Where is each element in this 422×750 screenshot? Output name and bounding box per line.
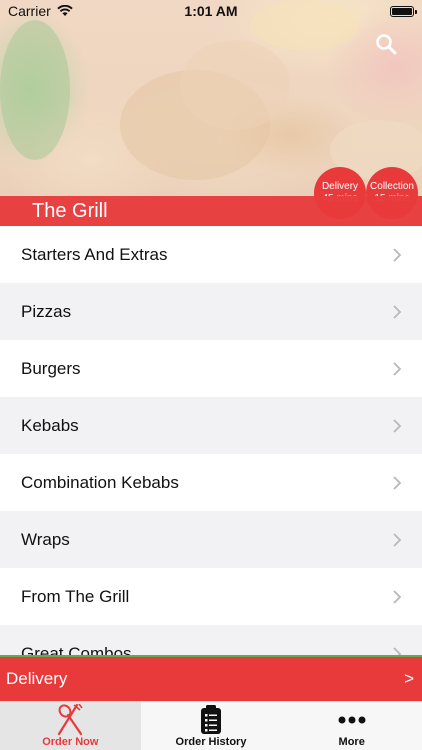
status-bar: Carrier 1:01 AM xyxy=(0,0,422,22)
tab-label: More xyxy=(338,736,365,748)
receipt-icon xyxy=(201,705,221,734)
menu-category-row[interactable]: Combination Kebabs xyxy=(0,454,422,511)
menu-category-label: Pizzas xyxy=(21,301,72,321)
order-mode-arrow: > xyxy=(404,669,414,688)
menu-category-label: Burgers xyxy=(21,358,81,378)
menu-category-label: Wraps xyxy=(21,529,70,549)
clock: 1:01 AM xyxy=(184,3,238,19)
tab-label: Order History xyxy=(175,736,247,748)
order-mode-bar[interactable]: Delivery > xyxy=(0,657,422,701)
menu-category-row[interactable]: Great Combos xyxy=(0,625,422,656)
chevron-right-icon xyxy=(393,418,402,433)
menu-category-row[interactable]: Kebabs xyxy=(0,397,422,454)
menu-category-row[interactable]: Wraps xyxy=(0,511,422,568)
menu-category-label: From The Grill xyxy=(21,586,130,606)
tab-order-now[interactable]: Order Now xyxy=(0,702,141,750)
delivery-badge-label: Delivery xyxy=(321,181,359,192)
battery-icon xyxy=(390,5,417,17)
chevron-right-icon xyxy=(393,247,402,262)
menu-category-row[interactable]: Burgers xyxy=(0,340,422,397)
menu-category-row[interactable]: Pizzas xyxy=(0,283,422,340)
menu-category-row[interactable]: Starters And Extras xyxy=(0,226,422,283)
chevron-right-icon xyxy=(393,532,402,547)
search-icon[interactable] xyxy=(374,32,398,56)
menu-category-label: Kebabs xyxy=(21,415,79,435)
food-image-blob xyxy=(0,20,70,160)
menu-category-list[interactable]: Starters And Extras Pizzas Burgers Kebab… xyxy=(0,226,422,656)
restaurant-title: The Grill xyxy=(0,196,422,226)
chevron-right-icon xyxy=(393,304,402,319)
collection-badge-label: Collection xyxy=(370,181,414,192)
food-image-blob xyxy=(180,40,290,130)
chevron-right-icon xyxy=(393,589,402,604)
chevron-right-icon xyxy=(393,475,402,490)
order-mode-label: Delivery xyxy=(6,669,68,688)
menu-category-row[interactable]: From The Grill xyxy=(0,568,422,625)
menu-category-label: Starters And Extras xyxy=(21,244,168,264)
tab-bar: Order Now Order History More xyxy=(0,701,422,750)
cutlery-icon xyxy=(58,704,83,736)
tab-label: Order Now xyxy=(42,736,99,748)
menu-category-label: Combination Kebabs xyxy=(21,472,179,492)
tab-more[interactable]: More xyxy=(281,702,422,750)
more-icon xyxy=(338,716,366,724)
hero-banner: Carrier 1:01 AM Delivery 45 mins Collect… xyxy=(0,0,422,226)
chevron-right-icon xyxy=(393,361,402,376)
tab-order-history[interactable]: Order History xyxy=(141,702,282,750)
